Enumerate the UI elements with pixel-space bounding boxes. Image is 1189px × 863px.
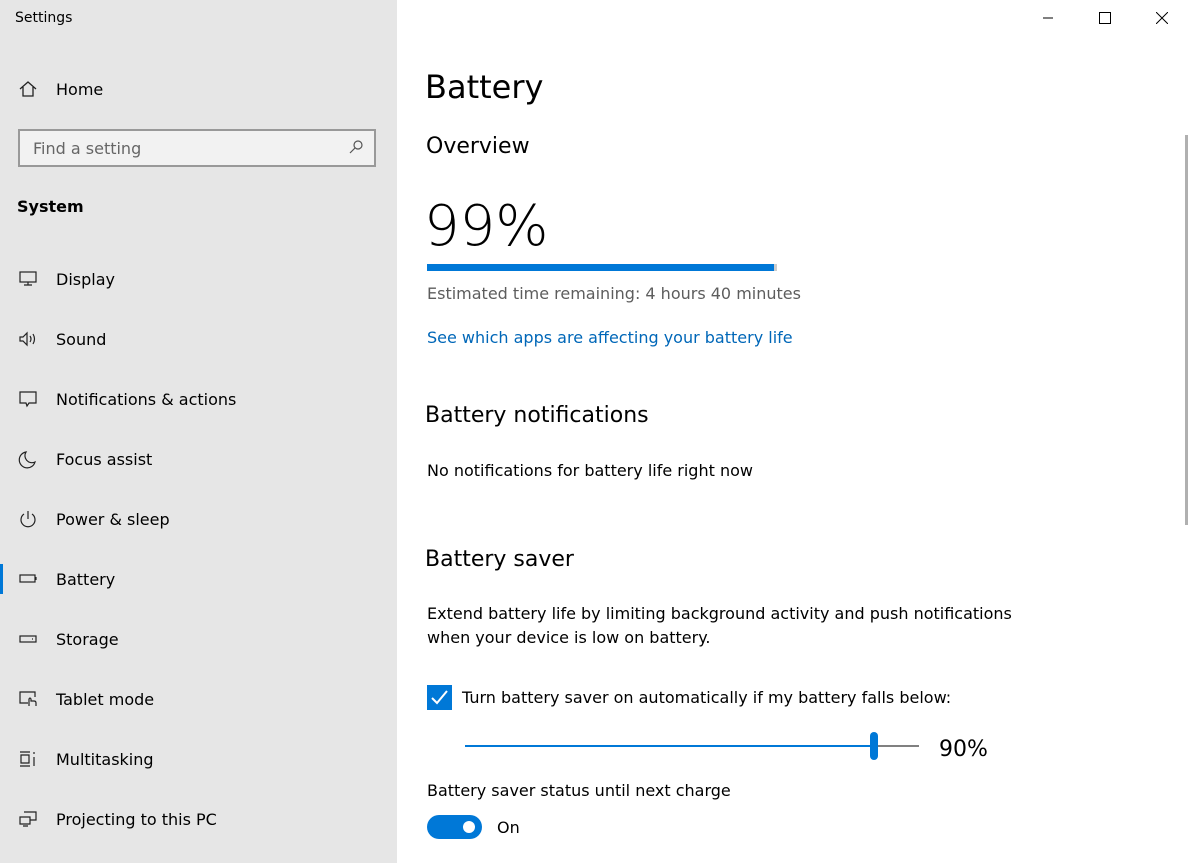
notifications-text: No notifications for battery life right …	[427, 461, 753, 480]
slider-thumb[interactable]	[869, 732, 878, 760]
sidebar-item-display[interactable]: Display	[0, 259, 397, 299]
tablet-icon	[16, 687, 40, 711]
sidebar-item-home[interactable]: Home	[0, 69, 397, 109]
moon-icon	[16, 447, 40, 471]
auto-saver-checkbox[interactable]	[427, 685, 452, 710]
battery-saver-toggle[interactable]	[427, 815, 482, 839]
battery-saver-desc-2: when your device is low on battery.	[427, 628, 711, 647]
sidebar-item-label: Multitasking	[56, 749, 154, 769]
sidebar-item-label: Notifications & actions	[56, 389, 237, 409]
maximize-button[interactable]	[1082, 0, 1128, 36]
battery-percent: 99%	[424, 194, 549, 259]
sidebar-item-label: Tablet mode	[56, 689, 155, 709]
battery-saver-heading: Battery saver	[425, 547, 574, 572]
battery-icon	[16, 567, 40, 591]
sidebar-item-label: Storage	[56, 629, 119, 649]
selection-indicator	[0, 564, 3, 594]
sidebar-item-label: Power & sleep	[56, 509, 170, 529]
sidebar-item-label: Sound	[56, 329, 107, 349]
storage-icon	[16, 627, 40, 651]
sidebar-item-label: Battery	[56, 569, 116, 589]
search-input[interactable]: Find a setting	[18, 129, 376, 167]
battery-level-fill	[427, 264, 774, 271]
auto-saver-label: Turn battery saver on automatically if m…	[462, 688, 952, 707]
checkmark-icon	[431, 690, 448, 705]
battery-saver-desc-1: Extend battery life by limiting backgrou…	[427, 604, 1012, 623]
minimize-button[interactable]	[1025, 0, 1071, 36]
sidebar-item-notifications-actions[interactable]: Notifications & actions	[0, 379, 397, 419]
multitasking-icon	[16, 747, 40, 771]
estimated-time: Estimated time remaining: 4 hours 40 min…	[427, 284, 801, 303]
notifications-heading: Battery notifications	[425, 403, 649, 428]
search-placeholder: Find a setting	[33, 139, 142, 158]
sidebar-item-tablet-mode[interactable]: Tablet mode	[0, 679, 397, 719]
sidebar-item-multitasking[interactable]: Multitasking	[0, 739, 397, 779]
home-label: Home	[56, 79, 104, 99]
page-title: Battery	[425, 68, 544, 106]
window-title: Settings	[15, 10, 73, 26]
close-button[interactable]	[1139, 0, 1185, 36]
sidebar-item-focus-assist[interactable]: Focus assist	[0, 439, 397, 479]
threshold-slider[interactable]	[465, 732, 919, 760]
sidebar-item-battery[interactable]: Battery	[0, 559, 397, 599]
sidebar-item-projecting-to-this-pc[interactable]: Projecting to this PC	[0, 799, 397, 839]
power-icon	[16, 507, 40, 531]
scrollbar[interactable]	[1185, 135, 1188, 525]
projecting-icon	[16, 807, 40, 831]
sidebar-item-sound[interactable]: Sound	[0, 319, 397, 359]
saver-status-label: Battery saver status until next charge	[427, 781, 731, 800]
toggle-state: On	[497, 818, 520, 837]
home-icon	[16, 77, 40, 101]
speaker-icon	[16, 327, 40, 351]
overview-heading: Overview	[426, 134, 530, 159]
sidebar: Settings Home Find a setting System Disp…	[0, 0, 397, 863]
sidebar-item-storage[interactable]: Storage	[0, 619, 397, 659]
notification-icon	[16, 387, 40, 411]
threshold-value: 90%	[939, 737, 988, 762]
battery-level-bar	[427, 264, 777, 271]
sidebar-item-label: Projecting to this PC	[56, 809, 217, 829]
sidebar-item-label: Display	[56, 269, 115, 289]
sidebar-item-label: Focus assist	[56, 449, 153, 469]
sidebar-item-power-sleep[interactable]: Power & sleep	[0, 499, 397, 539]
search-icon[interactable]	[348, 139, 364, 159]
section-heading: System	[17, 197, 84, 216]
battery-usage-link[interactable]: See which apps are affecting your batter…	[427, 328, 793, 347]
monitor-icon	[16, 267, 40, 291]
